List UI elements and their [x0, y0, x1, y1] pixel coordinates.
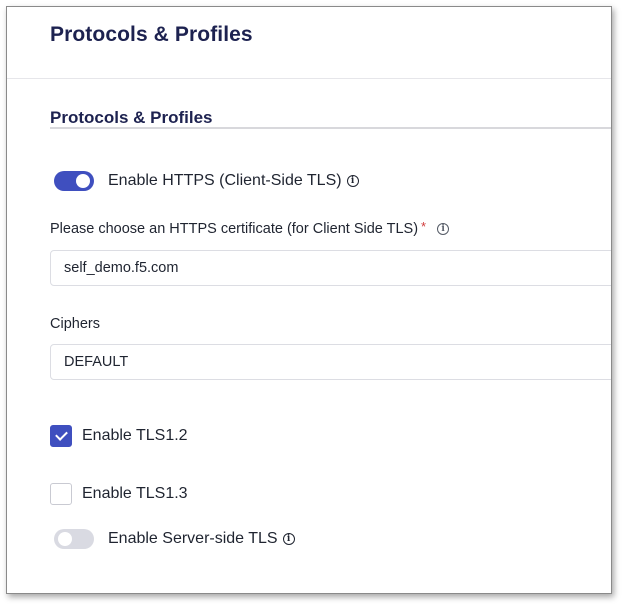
- tls12-checkbox[interactable]: [50, 425, 72, 447]
- protocols-profiles-panel: Protocols & Profiles Protocols & Profile…: [6, 6, 612, 594]
- toggle-knob: [76, 174, 90, 188]
- ciphers-value: DEFAULT: [64, 354, 129, 370]
- ciphers-input[interactable]: DEFAULT: [50, 344, 611, 380]
- server-tls-toggle-label: Enable Server-side TLS: [108, 530, 278, 547]
- section-title: Protocols & Profiles: [50, 108, 213, 127]
- tls13-row: Enable TLS1.3: [50, 483, 188, 505]
- https-toggle-row: Enable HTTPS (Client-Side TLS) i: [54, 171, 359, 191]
- certificate-label: Please choose an HTTPS certificate (for …: [50, 221, 419, 237]
- tls13-label: Enable TLS1.3: [82, 485, 188, 502]
- ciphers-label: Ciphers: [50, 316, 100, 332]
- https-toggle[interactable]: [54, 171, 94, 191]
- certificate-value: self_demo.f5.com: [64, 260, 179, 276]
- server-tls-toggle[interactable]: [54, 529, 94, 549]
- tls13-checkbox[interactable]: [50, 483, 72, 505]
- required-star: *: [421, 218, 427, 234]
- info-icon[interactable]: i: [437, 223, 450, 235]
- toggle-knob: [58, 532, 72, 546]
- page-title: Protocols & Profiles: [50, 23, 253, 46]
- server-tls-toggle-row: Enable Server-side TLS i: [54, 529, 295, 549]
- ciphers-label-row: Ciphers: [50, 316, 100, 332]
- certificate-label-row: Please choose an HTTPS certificate (for …: [50, 218, 450, 237]
- info-icon[interactable]: i: [282, 533, 295, 545]
- tls12-row: Enable TLS1.2: [50, 425, 188, 447]
- certificate-select[interactable]: self_demo.f5.com: [50, 250, 611, 286]
- section-underline: [50, 127, 611, 129]
- info-icon[interactable]: i: [346, 175, 359, 187]
- https-toggle-label: Enable HTTPS (Client-Side TLS): [108, 172, 342, 189]
- tls12-label: Enable TLS1.2: [82, 427, 188, 444]
- check-icon: [54, 428, 68, 441]
- title-divider: [7, 78, 611, 79]
